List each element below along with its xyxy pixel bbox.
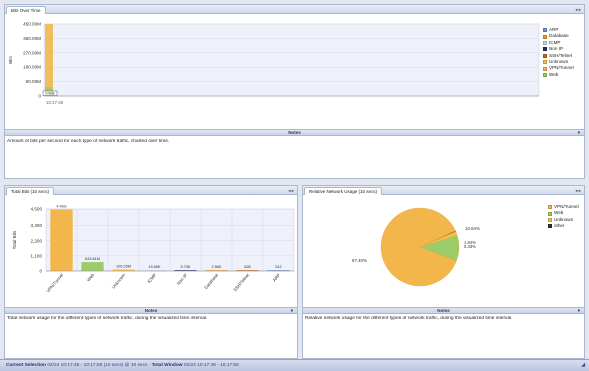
bits-over-time-pane: Bits Over Time ◂ ▸ 450.00M 360.00M 270.00M… xyxy=(4,4,585,179)
data-label-non-ip: 9.73K xyxy=(181,265,191,269)
y-tick-label: 450.00M xyxy=(23,22,41,27)
total-window-value[interactable]: 02/24 10:17:48 - 10:17:58 xyxy=(184,363,239,368)
y-tick-label: 3,300 xyxy=(31,223,43,228)
x-tick-label-vpn-tunnel: VPN/Tunnel xyxy=(45,272,64,293)
legend-label: other xyxy=(554,223,565,229)
y-axis-label: Bits xyxy=(8,55,13,63)
pane-nav-arrows[interactable]: ◂ ▸ xyxy=(288,186,294,195)
total-bits-pane: Total Bits (10 secs) ◂ ▸ 4,500 3,300 2,200… xyxy=(4,185,298,359)
legend-swatch xyxy=(543,66,547,71)
relative-usage-legend: VPN/Tunnel Web Unknown other xyxy=(548,204,579,230)
bits-over-time-chart[interactable]: 450.00M 360.00M 270.00M 180.00M 90.00M 0 Bits 0… xyxy=(6,16,541,128)
y-tick-label: 0 xyxy=(38,94,41,99)
data-label-vpn-tunnel: 4.46G xyxy=(56,205,66,209)
y-axis-label: Total Bits xyxy=(12,230,17,249)
x-tick-label-ssh-telnet: SSH/Telnet xyxy=(232,272,250,293)
x-tick-label-database: Database xyxy=(203,272,219,290)
current-selection-label: Current Selection xyxy=(6,363,46,368)
legend-swatch xyxy=(548,205,552,210)
relative-usage-notes-bar[interactable]: Notes ▾ xyxy=(303,307,584,314)
legend-swatch xyxy=(543,28,547,33)
y-tick-label: 4,500 xyxy=(31,207,43,212)
y-tick-label: 90.00M xyxy=(26,79,41,84)
y-tick-label: 0 xyxy=(39,269,42,274)
tab-relative-usage[interactable]: Relative Network Usage (10 secs) xyxy=(304,187,383,195)
legend-swatch xyxy=(543,72,547,77)
pane-nav-arrows[interactable]: ◂ ▸ xyxy=(575,186,581,195)
y-tick-label: 1,100 xyxy=(31,253,43,258)
relative-usage-chart-area: 87.40% 10.64% 1.84% 0.33% xyxy=(304,197,536,305)
status-separator: · xyxy=(148,363,151,368)
x-tick-label-web: Web xyxy=(86,272,96,282)
tab-total-bits[interactable]: Total Bits (10 secs) xyxy=(6,187,55,195)
x-tick-label-unknown: Unknown xyxy=(111,272,127,290)
bits-over-time-notes-bar[interactable]: Notes ▾ xyxy=(5,129,584,136)
legend-swatch xyxy=(548,211,552,216)
chevron-down-icon[interactable]: ▾ xyxy=(578,308,580,314)
tab-bits-over-time[interactable]: Bits Over Time xyxy=(6,6,46,14)
data-label-web: 643.81M xyxy=(85,257,100,261)
resize-grip-icon[interactable]: ◢ xyxy=(581,360,585,371)
y-tick-label: 180.00M xyxy=(23,65,41,70)
current-selection-value[interactable]: 02/24 10:17:48 - 10:17:58 (10 secs) @ 10… xyxy=(47,363,147,368)
data-label-icmp: 19.56K xyxy=(148,265,161,269)
y-tick-label: 2,200 xyxy=(31,238,43,243)
notes-label: Notes xyxy=(288,130,301,135)
legend-swatch xyxy=(543,60,547,65)
total-bits-notes-text: Total network usage for the different ty… xyxy=(7,316,208,321)
pane-nav-arrows[interactable]: ◂ ▸ xyxy=(575,5,581,14)
data-label-database: 2.56K xyxy=(212,265,222,269)
slice-label-web: 10.64% xyxy=(465,226,480,231)
slice-label-vpn-tunnel: 87.40% xyxy=(352,258,367,263)
data-label-ssh-telnet: 828 xyxy=(244,265,250,269)
bar-web xyxy=(81,262,104,271)
notes-label: Notes xyxy=(144,308,158,313)
legend-swatch xyxy=(543,40,547,45)
total-bits-notes-bar[interactable]: Notes ▾ xyxy=(5,307,297,314)
legend-swatch xyxy=(543,47,547,52)
chevron-down-icon[interactable]: ▾ xyxy=(578,130,580,136)
y-tick-label: 270.00M xyxy=(23,50,41,55)
status-bar: Current Selection 02/24 10:17:48 - 10:17… xyxy=(0,359,589,371)
y-tick-label: 360.00M xyxy=(23,36,41,41)
x-tick-label-icmp: ICMP xyxy=(146,272,157,284)
legend-swatch xyxy=(543,34,547,39)
legend-label: Web xyxy=(549,71,559,77)
data-label-arp: 512 xyxy=(275,265,281,269)
x-tick-label: 10:17:48 xyxy=(46,100,64,105)
chevron-down-icon[interactable]: ▾ xyxy=(291,308,293,314)
total-bits-tabbar: Total Bits (10 secs) ◂ ▸ xyxy=(5,186,297,195)
notes-label: Notes xyxy=(437,308,450,313)
plot-background xyxy=(43,23,540,97)
relative-usage-tabbar: Relative Network Usage (10 secs) ◂ ▸ xyxy=(303,186,584,195)
legend-swatch xyxy=(548,217,552,222)
x-tick-label-arp: ARP xyxy=(272,272,282,282)
legend-swatch xyxy=(543,53,547,58)
relative-usage-notes-text: Relative network usage for the different… xyxy=(305,316,513,321)
legend-swatch xyxy=(548,224,552,229)
relative-usage-chart[interactable]: 87.40%10.64%1.84%0.33% xyxy=(304,197,536,305)
pie-legend-item-other[interactable]: other xyxy=(548,223,579,229)
bits-over-time-chart-area: 450.00M 360.00M 270.00M 180.00M 90.00M 0 Bits 0… xyxy=(6,16,541,128)
data-label-unknown: 105.25M xyxy=(116,265,131,269)
total-window-label: Total Window xyxy=(151,363,183,368)
time-legend-item-web[interactable]: Web xyxy=(543,72,574,78)
bits-over-time-notes-text: Amount of bits per second for each type … xyxy=(7,139,170,144)
series-vpn-tunnel-area xyxy=(45,24,53,96)
annotation-label: 0 Bits xyxy=(46,91,55,95)
bar-vpn-tunnel xyxy=(50,209,73,271)
total-bits-chart-area: 4,500 3,300 2,200 1,100 0 Total Bits 4.46G VPN/… xyxy=(6,197,296,305)
bits-over-time-tabbar: Bits Over Time ◂ ▸ xyxy=(5,5,584,14)
bits-over-time-legend: ARP Database ICMP Non IP SSH/Telnet Unknown VP… xyxy=(543,27,574,78)
total-bits-chart[interactable]: 4,500 3,300 2,200 1,100 0 Total Bits 4.46G VPN/… xyxy=(6,197,296,305)
x-tick-label-non-ip: Non IP xyxy=(176,272,189,286)
relative-usage-pane: Relative Network Usage (10 secs) ◂ ▸ 87.… xyxy=(302,185,585,359)
slice-label-other: 0.33% xyxy=(464,244,476,249)
